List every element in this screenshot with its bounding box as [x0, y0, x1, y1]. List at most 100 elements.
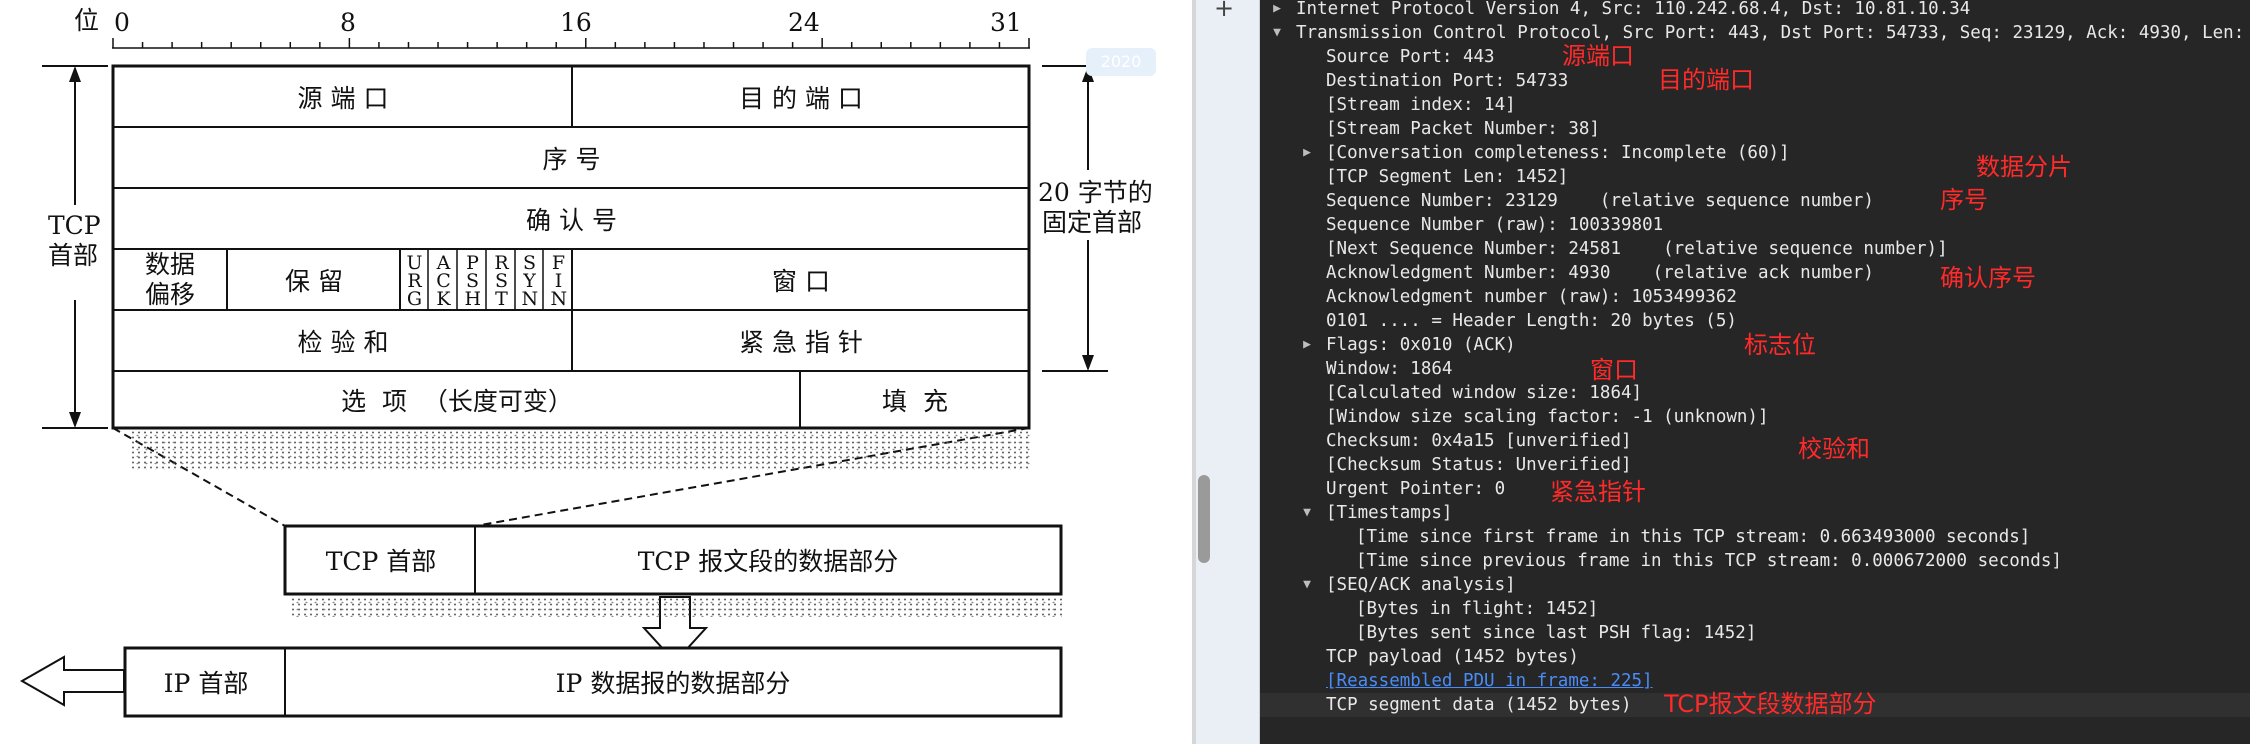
tree-row-text: Acknowledgment Number: 4930 (relative ac… [1326, 263, 1874, 283]
tree-row[interactable]: Window: 1864 [1260, 357, 2250, 381]
tree-row-text: [Conversation completeness: Incomplete (… [1326, 143, 1790, 163]
tree-row-text: [Checksum Status: Unverified] [1326, 455, 1632, 475]
annotation-data: TCP报文段数据部分 [1664, 690, 1877, 718]
expand-arrow-icon[interactable]: ▶ [1300, 333, 1314, 357]
tree-row[interactable]: ▶ Internet Protocol Version 4, Src: 110.2… [1260, 0, 2250, 21]
collapse-arrow-icon[interactable]: ▼ [1300, 573, 1314, 597]
segment-header-label: TCP 首部 [325, 547, 437, 576]
tree-row[interactable]: 0101 .... = Header Length: 20 bytes (5) [1260, 309, 2250, 333]
flag-fin: FIN [545, 253, 572, 309]
tree-row-text: Urgent Pointer: 0 [1326, 479, 1506, 499]
tree-row-text: 0101 .... = Header Length: 20 bytes (5) [1326, 311, 1737, 331]
tree-row-text: TCP segment data (1452 bytes) [1326, 695, 1632, 715]
annotation-flags: 标志位 [1744, 331, 1816, 359]
tree-row[interactable]: ▼ [SEQ/ACK analysis] [1260, 573, 2250, 597]
print-shadow-segment [290, 597, 1062, 617]
tree-row-text: Internet Protocol Version 4, Src: 110.24… [1296, 0, 1971, 19]
flag-urg: URG [401, 253, 428, 309]
field-data-offset-line2: 偏移 [144, 280, 195, 309]
tree-row[interactable]: [Bytes sent since last PSH flag: 1452] [1260, 621, 2250, 645]
annotation-segment: 数据分片 [1976, 153, 2072, 181]
tree-row-text: Destination Port: 54733 [1326, 71, 1569, 91]
flag-ack: ACK [430, 253, 457, 309]
tree-row-text: [Next Sequence Number: 24581 (relative s… [1326, 239, 1948, 259]
tree-row[interactable]: Checksum: 0x4a15 [unverified] [1260, 429, 2250, 453]
reassembled-pdu-link[interactable]: [Reassembled PDU in frame: 225] [1326, 669, 1653, 693]
field-urgent-pointer: 紧 急 指 针 [739, 328, 863, 357]
field-padding: 填 充 [882, 387, 948, 416]
annotation-urgent: 紧急指针 [1550, 478, 1646, 506]
tree-row-text: Acknowledgment number (raw): 1053499362 [1326, 287, 1737, 307]
flag-syn-label: SYN [521, 252, 539, 310]
scrollbar-thumb[interactable] [1198, 475, 1210, 563]
field-sequence-number: 序 号 [542, 145, 601, 174]
tree-row[interactable]: [Time since first frame in this TCP stre… [1260, 525, 2250, 549]
field-reserved: 保 留 [285, 267, 343, 296]
flag-syn: SYN [516, 253, 543, 309]
flag-psh-label: PSH [464, 252, 482, 310]
tree-row-text: [Time since first frame in this TCP stre… [1356, 527, 2031, 547]
packet-details-tree[interactable]: ▶ Internet Protocol Version 4, Src: 110.2… [1260, 0, 2250, 744]
tree-row-text: [Time since previous frame in this TCP s… [1356, 551, 2062, 571]
annotation-ack: 确认序号 [1940, 264, 2036, 292]
annotation-sequence: 序号 [1940, 186, 1988, 214]
segment-data-label: TCP 报文段的数据部分 [637, 547, 899, 576]
flag-rst: RST [488, 253, 515, 309]
tree-row-text: [Timestamps] [1326, 503, 1453, 523]
tree-row[interactable]: [Time since previous frame in this TCP s… [1260, 549, 2250, 573]
expand-arrow-icon[interactable]: ▶ [1300, 141, 1314, 165]
tree-row[interactable]: Urgent Pointer: 0 [1260, 477, 2250, 501]
print-shadow [130, 430, 1030, 470]
tree-row-text: [Window size scaling factor: -1 (unknown… [1326, 407, 1769, 427]
tree-row-text: Sequence Number (raw): 100339801 [1326, 215, 1664, 235]
tree-row-text: Transmission Control Protocol, Src Port:… [1296, 23, 2250, 43]
field-window: 窗 口 [772, 267, 830, 296]
tree-row[interactable]: ▶ [Conversation completeness: Incomplete … [1260, 141, 2250, 165]
field-data-offset: 数据 偏移 [115, 250, 225, 309]
flag-psh: PSH [459, 253, 486, 309]
collapse-arrow-icon[interactable]: ▼ [1300, 501, 1314, 525]
tree-row[interactable]: [TCP Segment Len: 1452] [1260, 165, 2250, 189]
tree-row-text: [Stream Packet Number: 38] [1326, 119, 1600, 139]
tree-row[interactable]: [Checksum Status: Unverified] [1260, 453, 2250, 477]
annotation-checksum: 校验和 [1798, 435, 1870, 463]
flag-urg-label: URG [406, 252, 423, 310]
ip-header-label: IP 首部 [163, 669, 249, 698]
tree-row-text: [SEQ/ACK analysis] [1326, 575, 1516, 595]
tcp-header-label-1: TCP [48, 211, 101, 240]
tree-row-text: [Bytes sent since last PSH flag: 1452] [1356, 623, 1757, 643]
tree-row[interactable]: Acknowledgment Number: 4930 (relative ac… [1260, 261, 2250, 285]
tree-row[interactable]: Sequence Number (raw): 100339801 [1260, 213, 2250, 237]
tree-row[interactable]: Acknowledgment number (raw): 1053499362 [1260, 285, 2250, 309]
flag-fin-label: FIN [550, 252, 568, 310]
tree-row-text: [TCP Segment Len: 1452] [1326, 167, 1569, 187]
tree-row[interactable]: [Calculated window size: 1864] [1260, 381, 2250, 405]
field-options: 选 项 （长度可变） [341, 387, 573, 416]
field-checksum: 检 验 和 [297, 328, 389, 357]
tree-row[interactable]: [Stream index: 14] [1260, 93, 2250, 117]
tree-row[interactable]: [Next Sequence Number: 24581 (relative s… [1260, 237, 2250, 261]
tree-row-text: Flags: 0x010 (ACK) [1326, 335, 1516, 355]
tree-row-text: [Calculated window size: 1864] [1326, 383, 1643, 403]
tree-row[interactable]: Source Port: 443 [1260, 45, 2250, 69]
tree-row[interactable]: TCP payload (1452 bytes) [1260, 645, 2250, 669]
field-ack-number: 确 认 号 [526, 206, 617, 235]
tree-row[interactable]: [Window size scaling factor: -1 (unknown… [1260, 405, 2250, 429]
tree-row-text: Source Port: 443 [1326, 47, 1495, 67]
tree-row-text: [Stream index: 14] [1326, 95, 1516, 115]
flag-ack-label: ACK [436, 252, 451, 310]
tree-row[interactable]: [Bytes in flight: 1452] [1260, 597, 2250, 621]
expand-arrow-icon[interactable]: ▶ [1270, 0, 1284, 21]
field-source-port: 源 端 口 [297, 84, 389, 113]
fixed-header-label-1: 20 字节的 [1038, 178, 1153, 207]
tree-row[interactable]: ▼ Transmission Control Protocol, Src Port… [1260, 21, 2250, 45]
annotation-window: 窗口 [1590, 356, 1638, 384]
fixed-header-label-2: 固定首部 [1042, 208, 1143, 237]
expand-icon[interactable]: + [1214, 0, 1234, 22]
collapse-arrow-icon[interactable]: ▼ [1270, 21, 1284, 45]
tree-row[interactable]: [Stream Packet Number: 38] [1260, 117, 2250, 141]
tree-row[interactable]: Destination Port: 54733 [1260, 69, 2250, 93]
tree-row[interactable]: ▼ [Timestamps] [1260, 501, 2250, 525]
tree-row-text: Checksum: 0x4a15 [unverified] [1326, 431, 1632, 451]
tree-row[interactable]: Sequence Number: 23129 (relative sequenc… [1260, 189, 2250, 213]
